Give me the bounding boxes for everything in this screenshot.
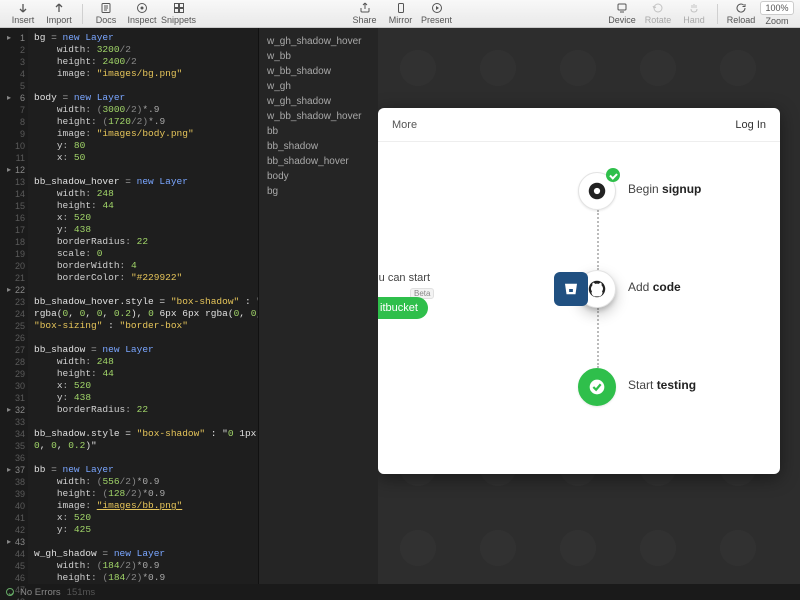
card-header: More Log In <box>378 108 780 142</box>
layer-item[interactable]: w_bb <box>267 49 370 64</box>
reload-icon <box>735 2 747 14</box>
preview-card: More Log In u can start Beta itbucket Be… <box>378 108 780 474</box>
mirror-button[interactable]: Mirror <box>384 1 418 27</box>
code-editor[interactable]: bg = new Layer width: 3200/2 height: 240… <box>28 28 258 584</box>
step1-bold: signup <box>662 182 701 196</box>
layer-item[interactable]: w_gh <box>267 79 370 94</box>
insert-icon <box>17 2 29 14</box>
step2-text: Add <box>628 280 653 294</box>
share-label: Share <box>353 15 377 25</box>
onboarding-flow: Begin signup Add code <box>578 172 738 406</box>
hand-label: Hand <box>683 15 705 25</box>
snippets-icon <box>173 2 185 14</box>
hand-icon <box>688 2 700 14</box>
hand-button[interactable]: Hand <box>677 1 711 27</box>
status-bar: No Errors 151ms <box>0 584 800 600</box>
rotate-label: Rotate <box>645 15 672 25</box>
docs-label: Docs <box>96 15 117 25</box>
main-area: 1234567891011121314151617181920212223242… <box>0 28 800 584</box>
reload-label: Reload <box>727 15 756 25</box>
step2-bold: code <box>653 280 681 294</box>
layer-item[interactable]: body <box>267 169 370 184</box>
layer-item[interactable]: bb_shadow <box>267 139 370 154</box>
import-label: Import <box>46 15 72 25</box>
testing-icon <box>578 368 616 406</box>
layer-item[interactable]: w_gh_shadow <box>267 94 370 109</box>
line-gutter: 1234567891011121314151617181920212223242… <box>0 28 28 584</box>
present-button[interactable]: Present <box>420 1 454 27</box>
rotate-button[interactable]: Rotate <box>641 1 675 27</box>
layer-item[interactable]: w_bb_shadow <box>267 64 370 79</box>
login-link[interactable]: Log In <box>735 119 766 131</box>
layer-item[interactable]: bg <box>267 184 370 199</box>
status-errors: No Errors <box>20 587 61 598</box>
card-body: u can start Beta itbucket Begin signup <box>378 142 780 474</box>
bitbucket-pill[interactable]: itbucket <box>378 297 428 319</box>
inspect-icon <box>136 2 148 14</box>
device-icon <box>616 2 628 14</box>
reload-button[interactable]: Reload <box>724 1 758 27</box>
step-code[interactable]: Add code <box>578 270 738 308</box>
step-signup[interactable]: Begin signup <box>578 172 738 210</box>
rotate-icon <box>652 2 664 14</box>
preview-pane: More Log In u can start Beta itbucket Be… <box>378 28 800 584</box>
import-icon <box>53 2 65 14</box>
layer-item[interactable]: bb_shadow_hover <box>267 154 370 169</box>
zoom-control[interactable]: 100% Zoom <box>760 1 794 27</box>
step-testing[interactable]: Start testing <box>578 368 738 406</box>
status-time: 151ms <box>67 587 96 598</box>
insert-button[interactable]: Insert <box>6 1 40 27</box>
share-icon <box>359 2 371 14</box>
mirror-icon <box>395 2 407 14</box>
layer-item[interactable]: w_gh_shadow_hover <box>267 34 370 49</box>
step1-text: Begin <box>628 182 662 196</box>
zoom-value: 100% <box>760 1 793 15</box>
bitbucket-icon <box>554 272 588 306</box>
docs-icon <box>100 2 112 14</box>
docs-button[interactable]: Docs <box>89 1 123 27</box>
import-button[interactable]: Import <box>42 1 76 27</box>
layer-item[interactable]: bb <box>267 124 370 139</box>
more-link[interactable]: More <box>392 119 417 131</box>
frag-text: u can start <box>379 272 430 284</box>
inspect-label: Inspect <box>127 15 156 25</box>
app-toolbar: Insert Import Docs Inspect Snippets Shar… <box>0 0 800 28</box>
mirror-label: Mirror <box>389 15 413 25</box>
insert-label: Insert <box>12 15 35 25</box>
layer-item[interactable]: w_bb_shadow_hover <box>267 109 370 124</box>
zoom-label: Zoom <box>765 16 788 26</box>
snippets-button[interactable]: Snippets <box>161 1 196 27</box>
share-button[interactable]: Share <box>348 1 382 27</box>
device-label: Device <box>608 15 636 25</box>
step3-text: Start <box>628 378 657 392</box>
inspect-button[interactable]: Inspect <box>125 1 159 27</box>
status-ok-icon <box>6 588 14 596</box>
step3-bold: testing <box>657 378 696 392</box>
snippets-label: Snippets <box>161 15 196 25</box>
present-icon <box>431 2 443 14</box>
check-icon <box>606 168 620 182</box>
device-button[interactable]: Device <box>605 1 639 27</box>
present-label: Present <box>421 15 452 25</box>
layer-panel: w_gh_shadow_hoverw_bbw_bb_shadoww_ghw_gh… <box>258 28 378 584</box>
